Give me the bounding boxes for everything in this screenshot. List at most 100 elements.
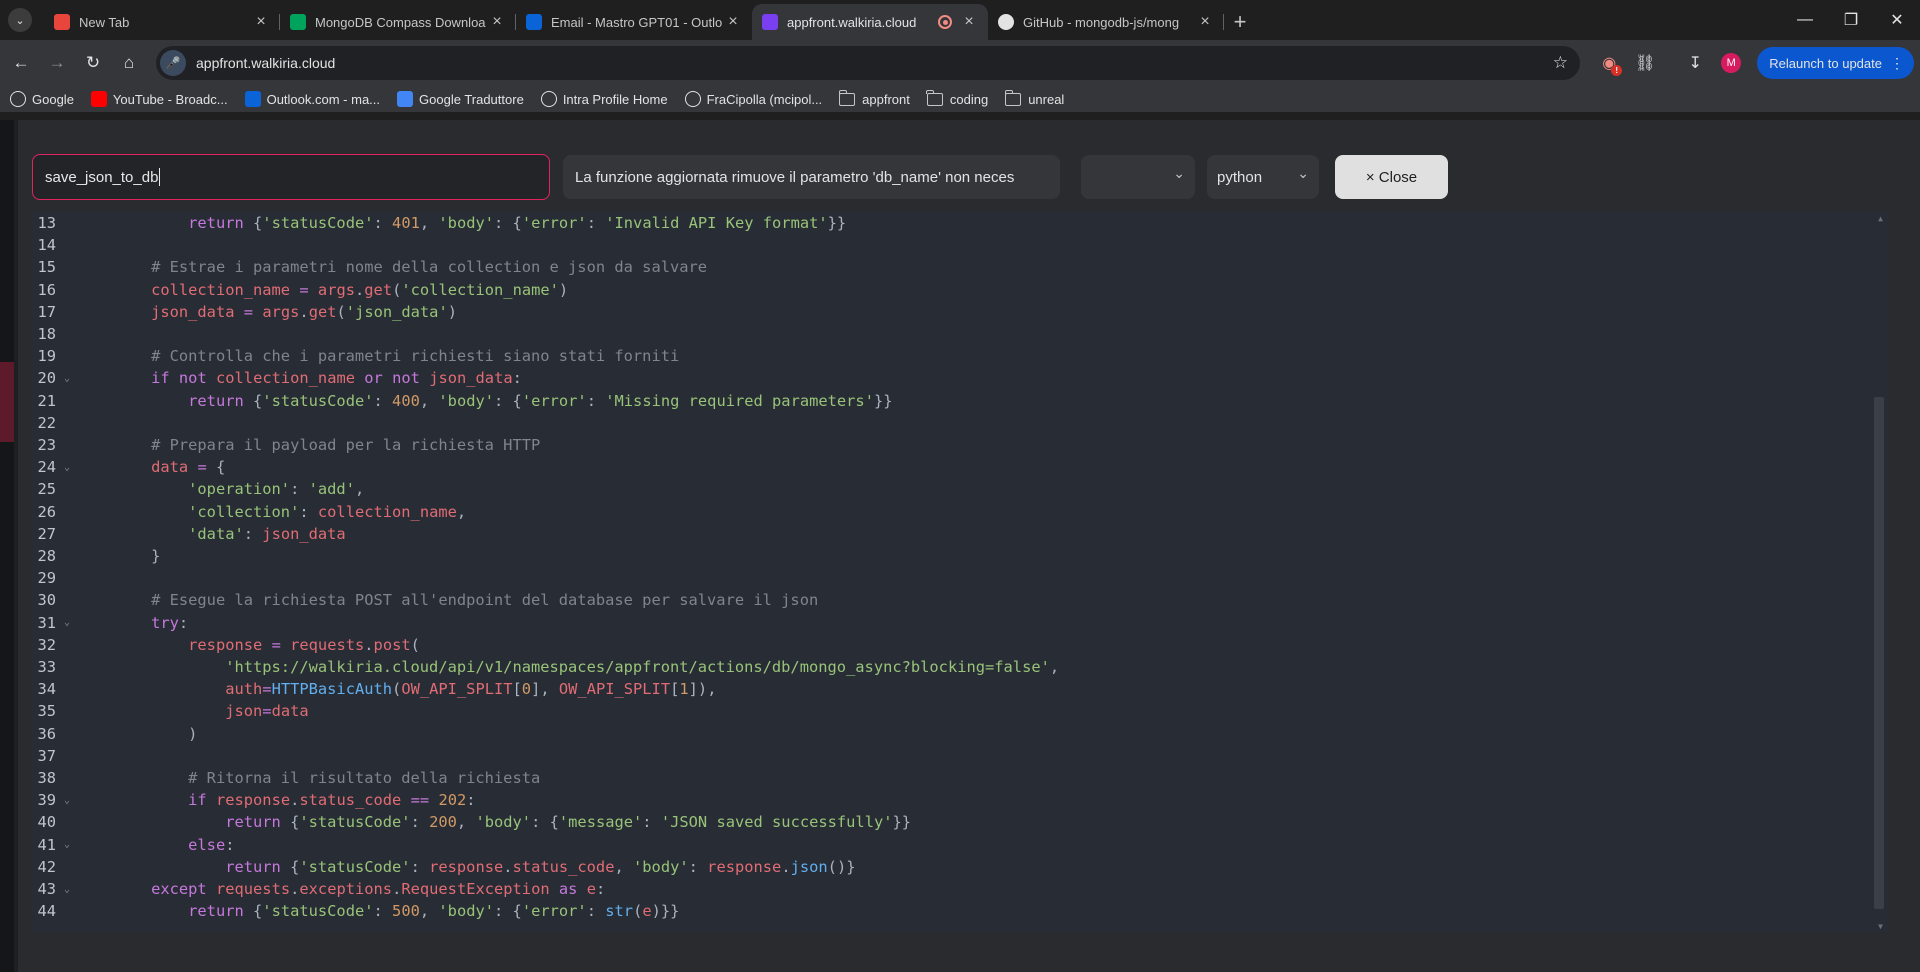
code-token: 'body' bbox=[438, 391, 495, 410]
language-select-value: python bbox=[1217, 168, 1263, 186]
bookmark-item[interactable]: appfront bbox=[838, 89, 910, 107]
code-editor[interactable]: ▲ ▼ 13 return {'statusCode': 401, 'body'… bbox=[32, 212, 1888, 933]
bookmark-item[interactable]: Outlook.com - ma... bbox=[244, 91, 381, 107]
extensions-button[interactable]: ⛓ bbox=[1627, 45, 1663, 81]
bookmark-item[interactable]: Google Traduttore bbox=[397, 91, 524, 107]
description-input[interactable]: La funzione aggiornata rimuove il parame… bbox=[563, 155, 1060, 199]
code-line: 15 # Estrae i parametri nome della colle… bbox=[32, 256, 1872, 278]
code-token: ) bbox=[447, 302, 457, 321]
line-gutter: 28 bbox=[32, 547, 92, 565]
fold-chevron-icon[interactable]: ⌄ bbox=[64, 839, 70, 850]
reload-icon: ↻ bbox=[85, 53, 101, 72]
minimize-button[interactable]: — bbox=[1782, 0, 1828, 40]
code-token: if bbox=[151, 369, 170, 388]
code-line: 29 bbox=[32, 567, 1872, 589]
description-value: La funzione aggiornata rimuove il parame… bbox=[575, 168, 1015, 186]
code-token: ) bbox=[114, 724, 198, 743]
bookmark-star-icon[interactable]: ☆ bbox=[1553, 53, 1568, 73]
fold-chevron-icon[interactable]: ⌄ bbox=[64, 373, 70, 384]
code-token: 500 bbox=[392, 902, 420, 921]
line-number: 23 bbox=[37, 436, 56, 454]
code-text: if response.status_code == 202: bbox=[92, 791, 476, 810]
close-tab-icon[interactable]: × bbox=[724, 13, 742, 31]
bookmark-item[interactable]: Intra Profile Home bbox=[540, 91, 668, 107]
microphone-icon[interactable]: 🎤 bbox=[160, 50, 186, 76]
profile-button[interactable]: M bbox=[1713, 45, 1749, 81]
browser-tab[interactable]: New Tab × bbox=[44, 4, 280, 40]
close-tab-icon[interactable]: × bbox=[252, 13, 270, 31]
close-button[interactable]: × Close bbox=[1335, 155, 1448, 199]
function-name-value: save_json_to_db bbox=[45, 168, 159, 186]
code-token: : bbox=[466, 791, 476, 810]
fold-chevron-icon[interactable]: ⌄ bbox=[64, 884, 70, 895]
scroll-up-icon[interactable]: ▲ bbox=[1878, 214, 1883, 223]
page-content: save_json_to_db La funzione aggiornata r… bbox=[0, 120, 1920, 972]
tab-search-button[interactable]: ⌄ bbox=[0, 0, 40, 40]
address-bar[interactable]: 🎤 appfront.walkiria.cloud ☆ bbox=[156, 46, 1580, 80]
relaunch-button[interactable]: Relaunch to update ⋮ bbox=[1757, 47, 1914, 79]
scroll-down-icon[interactable]: ▼ bbox=[1878, 922, 1883, 931]
back-button[interactable]: ← bbox=[6, 48, 36, 78]
close-tab-icon[interactable]: × bbox=[488, 13, 506, 31]
fold-chevron-icon[interactable]: ⌄ bbox=[64, 462, 70, 473]
code-token: = bbox=[262, 702, 272, 721]
background-highlight bbox=[0, 362, 14, 442]
code-token: if bbox=[188, 791, 207, 810]
line-gutter: 36 bbox=[32, 725, 92, 743]
code-token: }} bbox=[892, 813, 912, 832]
line-gutter: 16 bbox=[32, 281, 92, 299]
function-name-input[interactable]: save_json_to_db bbox=[32, 154, 550, 200]
code-token: args bbox=[262, 302, 300, 321]
address-url[interactable]: appfront.walkiria.cloud bbox=[196, 55, 335, 71]
language-select[interactable]: python ⌄ bbox=[1207, 155, 1319, 199]
scrollbar-thumb[interactable] bbox=[1874, 397, 1884, 909]
bookmark-item[interactable]: coding bbox=[926, 89, 988, 107]
fold-chevron-icon[interactable]: ⌄ bbox=[64, 617, 70, 628]
code-line: 39 ⌄ if response.status_code == 202: bbox=[32, 789, 1872, 811]
bookmark-item[interactable]: Google bbox=[10, 91, 74, 107]
code-token: { bbox=[280, 857, 300, 876]
github-icon bbox=[684, 91, 701, 107]
bookmarks-bar: Google YouTube - Broadc... Outlook.com - m… bbox=[0, 86, 1920, 112]
line-number: 25 bbox=[37, 480, 56, 499]
home-button[interactable]: ⌂ bbox=[114, 48, 144, 78]
forward-button[interactable]: → bbox=[42, 48, 72, 78]
extension-alert-button[interactable]: ◉ ! bbox=[1591, 45, 1627, 81]
close-tab-icon[interactable]: × bbox=[960, 13, 978, 31]
browser-tab[interactable]: appfront.walkiria.cloud × bbox=[752, 4, 988, 40]
downloads-button[interactable]: ↧ bbox=[1677, 45, 1713, 81]
bookmark-label: Outlook.com - ma... bbox=[266, 91, 381, 107]
bookmark-item[interactable]: unreal bbox=[1004, 89, 1064, 107]
code-token: = bbox=[299, 280, 309, 299]
browser-tab[interactable]: Email - Mastro GPT01 - Outlo × bbox=[516, 4, 752, 40]
line-number: 16 bbox=[37, 280, 56, 299]
background-app-strip bbox=[0, 120, 14, 972]
browser-tab[interactable]: MongoDB Compass Downloa × bbox=[280, 4, 516, 40]
reload-button[interactable]: ↻ bbox=[78, 48, 108, 78]
browser-tab[interactable]: GitHub - mongodb-js/mong × bbox=[988, 4, 1224, 40]
new-tab-button[interactable]: + bbox=[1224, 4, 1256, 40]
line-gutter: 41 ⌄ bbox=[32, 836, 92, 854]
code-line: 16 collection_name = args.get('collectio… bbox=[32, 279, 1872, 301]
code-token: , bbox=[1049, 658, 1060, 676]
bookmark-item[interactable]: FraCipolla (mcipol... bbox=[684, 91, 822, 107]
version-select[interactable]: ⌄ bbox=[1081, 155, 1195, 199]
close-tab-icon[interactable]: × bbox=[1196, 13, 1214, 31]
fold-chevron-icon[interactable]: ⌄ bbox=[64, 795, 70, 806]
code-token: : bbox=[178, 613, 189, 632]
close-window-button[interactable]: ✕ bbox=[1874, 0, 1920, 40]
line-gutter: 34 bbox=[32, 680, 92, 698]
alert-badge: ! bbox=[1611, 65, 1623, 76]
bookmark-item[interactable]: YouTube - Broadc... bbox=[90, 91, 228, 107]
line-number: 19 bbox=[37, 347, 56, 366]
maximize-button[interactable]: ❐ bbox=[1828, 0, 1874, 40]
